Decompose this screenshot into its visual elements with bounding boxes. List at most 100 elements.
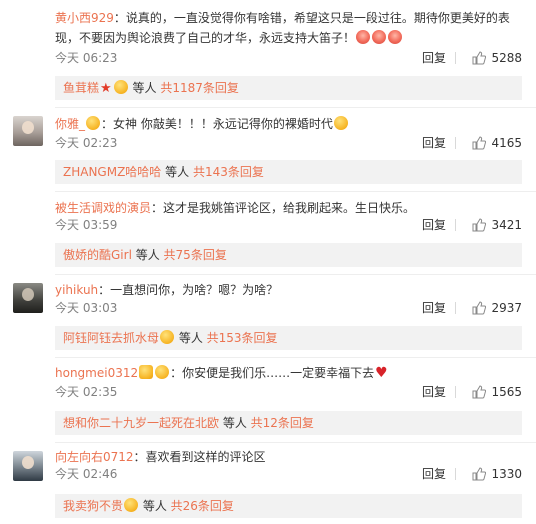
avatar[interactable] <box>13 451 43 481</box>
divider <box>55 107 536 108</box>
reply-count-link[interactable]: 共26条回复 <box>171 499 234 513</box>
reply-user-name[interactable]: 傲娇的酷Girl <box>63 248 132 262</box>
reply-summary[interactable]: 我卖狗不贵 等人 共26条回复 <box>55 494 522 518</box>
thumbs-up-icon <box>472 301 487 315</box>
kiss-emoji-icon <box>155 365 170 379</box>
reply-user-name[interactable]: 我卖狗不贵 <box>63 499 123 513</box>
thumbs-up-icon <box>472 136 487 150</box>
reply-button[interactable]: 回复 <box>422 49 446 67</box>
like-count: 1565 <box>491 385 522 399</box>
commenter-name[interactable]: 黄小西929 <box>55 11 114 25</box>
reply-summary[interactable]: 想和你二十九岁一起死在北欧 等人 共12条回复 <box>55 411 522 435</box>
commenter-name[interactable]: hongmei0312 <box>55 366 138 380</box>
cake-emoji-icon <box>356 30 371 44</box>
avatar[interactable] <box>13 366 43 396</box>
kiss-emoji-icon <box>124 498 139 512</box>
reply-summary-mid: 等人 <box>131 248 164 262</box>
comment-body: ：说真的，一直没觉得你有啥错，希望这只是一段过往。期待你更美好的表现，不要因为舆… <box>55 11 510 45</box>
divider <box>455 52 456 64</box>
like-button[interactable]: 1330 <box>472 465 522 483</box>
like-button[interactable]: 3421 <box>472 216 522 234</box>
reply-summary-mid: 等人 <box>128 81 161 95</box>
comment-body: ：喜欢看到这样的评论区 <box>133 450 266 464</box>
reply-user-name[interactable]: 想和你二十九岁一起死在北欧 <box>63 416 219 430</box>
like-button[interactable]: 1565 <box>472 383 522 401</box>
like-count: 3421 <box>491 218 522 232</box>
timestamp: 今天 02:46 <box>55 467 118 481</box>
comment-meta: 今天 02:23 回复 4165 <box>55 134 522 152</box>
avatar[interactable] <box>13 116 43 146</box>
timestamp: 今天 03:03 <box>55 301 118 315</box>
commenter-name[interactable]: 向左向右0712 <box>55 450 134 464</box>
kiss-emoji-icon <box>160 330 175 344</box>
avatar[interactable] <box>13 10 43 40</box>
reply-user-name[interactable]: 阿钰阿钰去抓水母 <box>63 331 159 345</box>
reply-count-link[interactable]: 共153条回复 <box>207 331 278 345</box>
like-button[interactable]: 2937 <box>472 299 522 317</box>
divider <box>55 191 536 192</box>
timestamp: 今天 02:35 <box>55 385 118 399</box>
reply-button[interactable]: 回复 <box>422 216 446 234</box>
heart-icon: ♥ <box>375 365 388 381</box>
star-icon: ★ <box>100 81 112 96</box>
like-button[interactable]: 4165 <box>472 134 522 152</box>
like-count: 1330 <box>491 467 522 481</box>
comment-meta: 今天 06:23 回复 5288 <box>55 49 522 67</box>
cake-emoji-icon <box>372 30 387 44</box>
divider <box>455 468 456 480</box>
thumbs-up-icon <box>472 385 487 399</box>
reply-summary[interactable]: 鱼茸糕★ 等人 共1187条回复 <box>55 76 522 100</box>
comment-meta: 今天 02:35 回复 1565 <box>55 383 522 401</box>
comment-meta: 今天 03:59 回复 3421 <box>55 216 522 234</box>
reply-summary-mid: 等人 <box>175 331 207 345</box>
divider <box>455 219 456 231</box>
reply-button[interactable]: 回复 <box>422 465 446 483</box>
thumbs-up-icon <box>472 218 487 232</box>
like-count: 5288 <box>491 51 522 65</box>
comment-text: 向左向右0712：喜欢看到这样的评论区 <box>55 447 522 467</box>
thumbs-up-icon <box>472 467 487 481</box>
heart-eyes-emoji-icon <box>333 116 348 130</box>
reply-count-link[interactable]: 共12条回复 <box>251 416 314 430</box>
comment-text: hongmei0312 ：你安便是我们乐……一定要幸福下去♥ <box>55 363 522 383</box>
cake-emoji-icon <box>388 30 403 44</box>
reply-count-link[interactable]: 共143条回复 <box>193 165 264 179</box>
comment-meta: 今天 03:03 回复 2937 <box>55 299 522 317</box>
avatar[interactable] <box>13 200 43 230</box>
reply-summary[interactable]: 阿钰阿钰去抓水母 等人 共153条回复 <box>55 326 522 350</box>
comment-body: ：你安便是我们乐……一定要幸福下去 <box>170 366 375 380</box>
reply-user-name[interactable]: 鱼茸糕 <box>63 81 99 95</box>
commenter-name[interactable]: 你雅_ <box>55 117 85 131</box>
divider <box>55 357 536 358</box>
verified-v-icon <box>139 365 154 379</box>
comment-text: 黄小西929：说真的，一直没觉得你有啥错，希望这只是一段过往。期待你更美好的表现… <box>55 8 522 48</box>
reply-button[interactable]: 回复 <box>422 299 446 317</box>
reply-button[interactable]: 回复 <box>422 134 446 152</box>
reply-count-link[interactable]: 共1187条回复 <box>160 81 239 95</box>
reply-count-link[interactable]: 共75条回复 <box>164 248 227 262</box>
avatar[interactable] <box>13 283 43 313</box>
divider <box>455 302 456 314</box>
divider <box>55 274 536 275</box>
like-count: 2937 <box>491 301 522 315</box>
comment-body: ：一直想问你，为啥？嗯？为啥？ <box>98 283 279 297</box>
reply-user-name[interactable]: ZHANGMZ哈哈哈 <box>63 165 161 179</box>
divider <box>55 442 536 443</box>
thumbs-up-icon <box>472 51 487 65</box>
commenter-name[interactable]: 被生活调戏的演员 <box>55 201 151 215</box>
divider <box>455 386 456 398</box>
comment-text: yihikuh：一直想问你，为啥？嗯？为啥？ <box>55 280 522 300</box>
timestamp: 今天 03:59 <box>55 218 118 232</box>
divider <box>455 137 456 149</box>
like-button[interactable]: 5288 <box>472 49 522 67</box>
comment-text: 你雅_ ：女神 你敲美！！！永远记得你的裸婚时代 <box>55 114 522 134</box>
comment-meta: 今天 02:46 回复 1330 <box>55 465 522 483</box>
reply-summary-mid: 等人 <box>219 416 251 430</box>
commenter-name[interactable]: yihikuh <box>55 283 98 297</box>
reply-summary[interactable]: ZHANGMZ哈哈哈 等人 共143条回复 <box>55 160 522 184</box>
comment-body: ：这才是我姚笛评论区，给我刷起来。生日快乐。 <box>151 201 416 215</box>
reply-button[interactable]: 回复 <box>422 383 446 401</box>
comment-feed: 黄小西929：说真的，一直没觉得你有啥错，希望这只是一段过往。期待你更美好的表现… <box>0 0 536 524</box>
kiss-emoji-icon <box>113 80 128 94</box>
reply-summary[interactable]: 傲娇的酷Girl 等人 共75条回复 <box>55 243 522 267</box>
